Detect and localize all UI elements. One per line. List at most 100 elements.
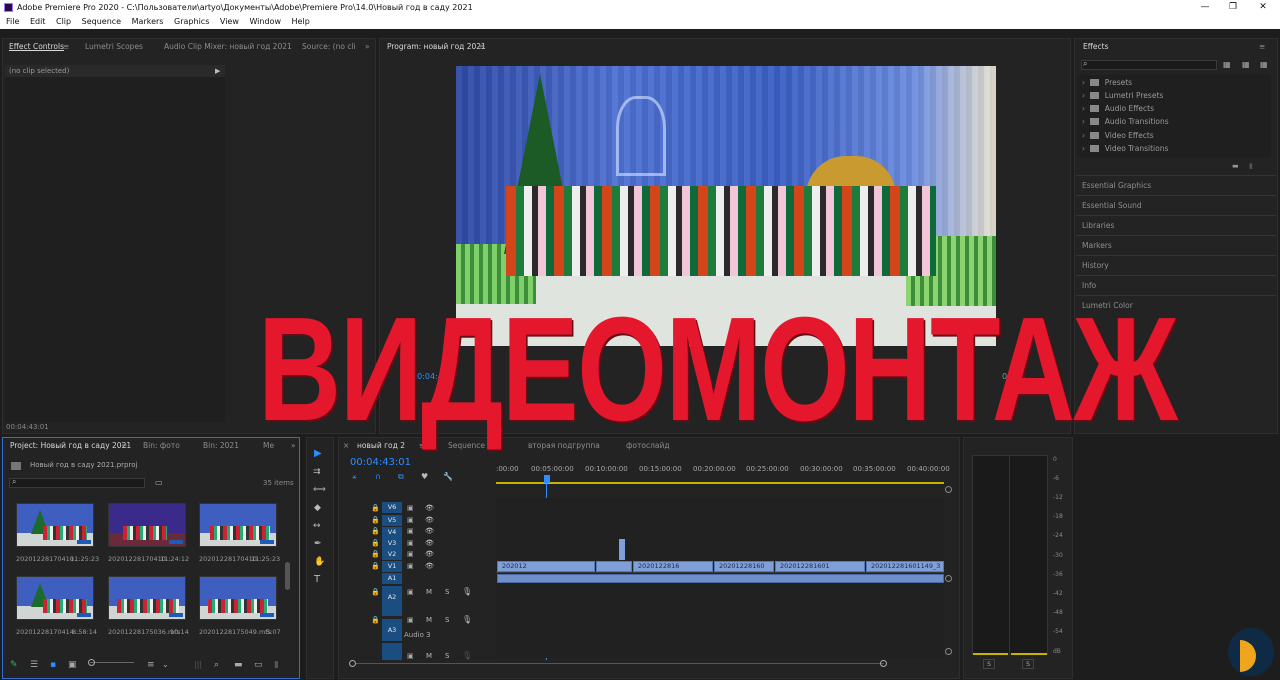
playhead-handle[interactable] [544, 475, 550, 483]
v1-clip[interactable] [596, 561, 632, 572]
track-a4[interactable] [382, 643, 402, 660]
work-area-bar[interactable] [496, 482, 944, 484]
scroll-handle-left[interactable] [349, 660, 356, 667]
v1-clip[interactable]: 202012281601 [775, 561, 865, 572]
menu-help[interactable]: Help [292, 17, 310, 26]
tab-effects[interactable]: Effects [1083, 39, 1109, 55]
section-essential-sound[interactable]: Essential Sound [1076, 195, 1276, 213]
snap-icon[interactable]: ∩ [375, 472, 381, 481]
mute-button[interactable]: M [426, 588, 432, 596]
pen-tool-icon[interactable]: ✒ [314, 539, 322, 549]
32bit-effects-icon[interactable]: ▦ [1242, 60, 1250, 69]
play-triangle-icon[interactable]: ▶ [215, 67, 220, 75]
minimize-button[interactable]: — [1192, 0, 1218, 15]
tab-effect-controls[interactable]: Effect Controls [9, 39, 64, 55]
track-sync-icon[interactable]: ▣ [407, 652, 414, 660]
section-history[interactable]: History [1076, 255, 1276, 273]
zoom-slider-handle[interactable] [88, 659, 95, 666]
track-a3[interactable]: A3 [382, 619, 402, 641]
track-sync-icon[interactable]: ▣ ▣ ▣ ▣ ▣ ▣ [407, 503, 414, 572]
mute-button[interactable]: M [426, 652, 432, 660]
project-thumbnail[interactable] [199, 576, 277, 620]
track-v2[interactable]: V2 [382, 549, 402, 560]
track-a2[interactable]: A2 [382, 586, 402, 616]
new-bin-from-search-icon[interactable]: ▭ [155, 478, 163, 487]
menu-window[interactable]: Window [249, 17, 281, 26]
pencil-icon[interactable]: ✎ [10, 660, 18, 670]
track-v6[interactable]: V6 [382, 502, 402, 513]
project-search-input[interactable] [9, 478, 145, 488]
new-bin-icon[interactable]: ▬ [1232, 162, 1239, 170]
vertical-zoom-handle[interactable] [945, 575, 952, 582]
solo-left-button[interactable]: S [983, 659, 995, 669]
microphone-icon[interactable]: 🎙 [462, 587, 472, 596]
trash-icon[interactable]: ▮ [274, 660, 279, 670]
vertical-zoom-handle[interactable] [945, 648, 952, 655]
tab-project[interactable]: Project: Новый год в саду 2021 [10, 438, 131, 454]
menu-edit[interactable]: Edit [30, 17, 46, 26]
project-thumbnail[interactable] [199, 503, 277, 547]
track-v3[interactable]: V3 [382, 538, 402, 549]
list-view-icon[interactable]: ☰ [30, 660, 38, 670]
v1-clip[interactable]: 20201228160 [714, 561, 774, 572]
mute-button[interactable]: M [426, 616, 432, 624]
section-essential-graphics[interactable]: Essential Graphics [1076, 175, 1276, 193]
project-thumbnail[interactable] [16, 576, 94, 620]
v1-clip[interactable]: 202012 [497, 561, 595, 572]
track-v1[interactable]: V1 [382, 561, 402, 572]
effects-search-input[interactable] [1081, 60, 1217, 70]
freeform-view-icon[interactable]: ▣ [68, 660, 77, 670]
solo-button[interactable]: S [445, 588, 449, 596]
new-item-icon[interactable]: ▭ [254, 660, 263, 670]
vertical-zoom-handle[interactable] [945, 486, 952, 493]
automate-icon[interactable]: ||| [194, 660, 202, 669]
track-lock-icon[interactable]: 🔒 [371, 616, 380, 624]
track-v4[interactable]: V4 [382, 527, 402, 538]
tab-bin-2021[interactable]: Bin: 2021 [203, 438, 239, 454]
effects-folder-audio-effects[interactable]: › Audio Effects [1082, 104, 1154, 113]
ripple-edit-tool-icon[interactable]: ⟺ [313, 485, 326, 495]
tab-lumetri-scopes[interactable]: Lumetri Scopes [85, 39, 143, 55]
tab-program[interactable]: Program: новый год 2021 [387, 39, 486, 55]
wrench-icon[interactable]: 🔧 [443, 472, 453, 481]
menu-clip[interactable]: Clip [56, 17, 71, 26]
track-lock-icon[interactable]: 🔒 🔒 🔒 🔒 🔒 🔒 [371, 503, 380, 572]
v1-clip[interactable]: 2020122816 [633, 561, 713, 572]
track-sync-icon[interactable]: ▣ [407, 588, 414, 596]
accelerated-effects-icon[interactable]: ▦ [1223, 60, 1231, 69]
yuv-effects-icon[interactable]: ▦ [1260, 60, 1268, 69]
track-select-tool-icon[interactable]: ⇉ [313, 467, 321, 477]
v1-clip[interactable]: 202012281601149_3 [866, 561, 944, 572]
effects-folder-audio-transitions[interactable]: › Audio Transitions [1082, 117, 1169, 126]
section-libraries[interactable]: Libraries [1076, 215, 1276, 233]
v2-clip[interactable] [619, 539, 625, 560]
new-bin-icon[interactable]: ▬ [234, 660, 243, 670]
tab-source[interactable]: Source: (no cli [302, 39, 356, 55]
track-eye-icon[interactable]: 👁 👁 👁 👁 👁 👁 [425, 503, 434, 572]
razor-tool-icon[interactable]: ◆ [314, 503, 321, 513]
horizontal-scrollbar[interactable] [356, 663, 884, 664]
menu-icon[interactable]: ≡ [63, 39, 69, 55]
menu-view[interactable]: View [220, 17, 239, 26]
icon-view-icon[interactable]: ▪ [50, 660, 56, 670]
track-a1[interactable]: A1 [382, 573, 402, 584]
track-lock-icon[interactable]: 🔒 [371, 588, 380, 596]
menu-icon[interactable]: ≡ [479, 39, 485, 55]
project-thumbnail[interactable] [16, 503, 94, 547]
overflow-chevron-icon[interactable]: » [365, 39, 370, 55]
chevron-down-icon[interactable]: ⌄ [162, 660, 169, 669]
effects-folder-presets[interactable]: › Presets [1082, 78, 1132, 87]
microphone-icon[interactable]: 🎙 [462, 615, 472, 624]
menu-icon[interactable]: ≡ [1259, 39, 1265, 55]
solo-right-button[interactable]: S [1022, 659, 1034, 669]
project-thumbnail[interactable] [108, 576, 186, 620]
maximize-button[interactable]: ❐ [1220, 0, 1246, 15]
tab-bin-photo[interactable]: Bin: фото [143, 438, 180, 454]
add-marker-icon[interactable]: ♥ [421, 472, 428, 481]
track-sync-icon[interactable]: ▣ [407, 616, 414, 624]
project-thumbnail[interactable] [108, 503, 186, 547]
scrollbar[interactable] [285, 562, 290, 590]
type-tool-icon[interactable]: T [314, 574, 320, 585]
solo-button[interactable]: S [445, 652, 449, 660]
menu-markers[interactable]: Markers [132, 17, 164, 26]
